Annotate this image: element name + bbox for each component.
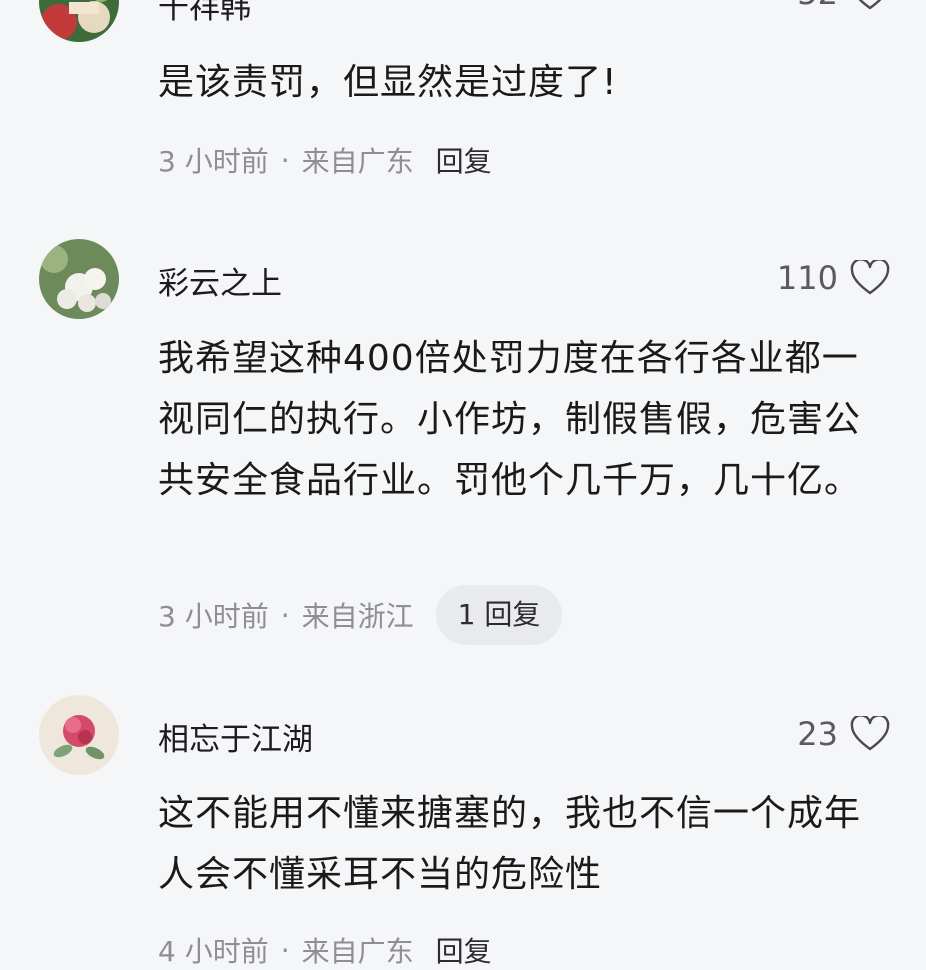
comment-time: 3 小时前: [158, 145, 269, 178]
meta-separator: ·: [280, 143, 290, 177]
heart-icon[interactable]: [850, 716, 890, 752]
comment-location: 来自浙江: [301, 600, 414, 633]
heart-icon[interactable]: [850, 0, 890, 11]
comment-meta: 4 小时前 · 来自广东 回复: [158, 930, 492, 970]
like-count: 52: [797, 0, 838, 12]
avatar[interactable]: [39, 0, 119, 42]
meta-separator: ·: [280, 933, 290, 967]
avatar[interactable]: [39, 239, 119, 319]
comment-text: 这不能用不懂来搪塞的，我也不信一个成年人会不懂采耳不当的危险性: [158, 793, 862, 895]
comment-username[interactable]: 彩云之上: [158, 258, 282, 303]
comment-text: 我希望这种400倍处罚力度在各行各业都一视同仁的执行。小作坊，制假售假，危害公共…: [158, 338, 862, 501]
comment-meta: 3 小时前 · 来自广东 回复: [158, 140, 492, 180]
like-button[interactable]: 110: [777, 259, 890, 297]
view-replies-button[interactable]: 1 回复: [435, 585, 563, 645]
reply-button[interactable]: 回复: [436, 930, 492, 970]
comment-text: 是该责罚，但显然是过度了!: [158, 62, 618, 103]
comment-meta: 3 小时前 · 来自浙江 1 回复: [158, 585, 563, 645]
comment-username[interactable]: 相忘于江湖: [158, 714, 313, 759]
comment-location: 来自广东: [301, 935, 414, 968]
heart-icon[interactable]: [850, 260, 890, 296]
comment-time: 3 小时前: [158, 600, 269, 633]
comment-time: 4 小时前: [158, 935, 269, 968]
meta-separator: ·: [280, 598, 290, 632]
like-button[interactable]: 52: [797, 0, 890, 12]
reply-button[interactable]: 回复: [436, 140, 492, 180]
avatar[interactable]: [39, 695, 119, 775]
like-count: 110: [776, 259, 838, 297]
comment-location: 来自广东: [301, 145, 414, 178]
comment-username[interactable]: 千祥韩: [158, 0, 251, 27]
like-button[interactable]: 23: [797, 715, 890, 753]
like-count: 23: [797, 715, 838, 753]
